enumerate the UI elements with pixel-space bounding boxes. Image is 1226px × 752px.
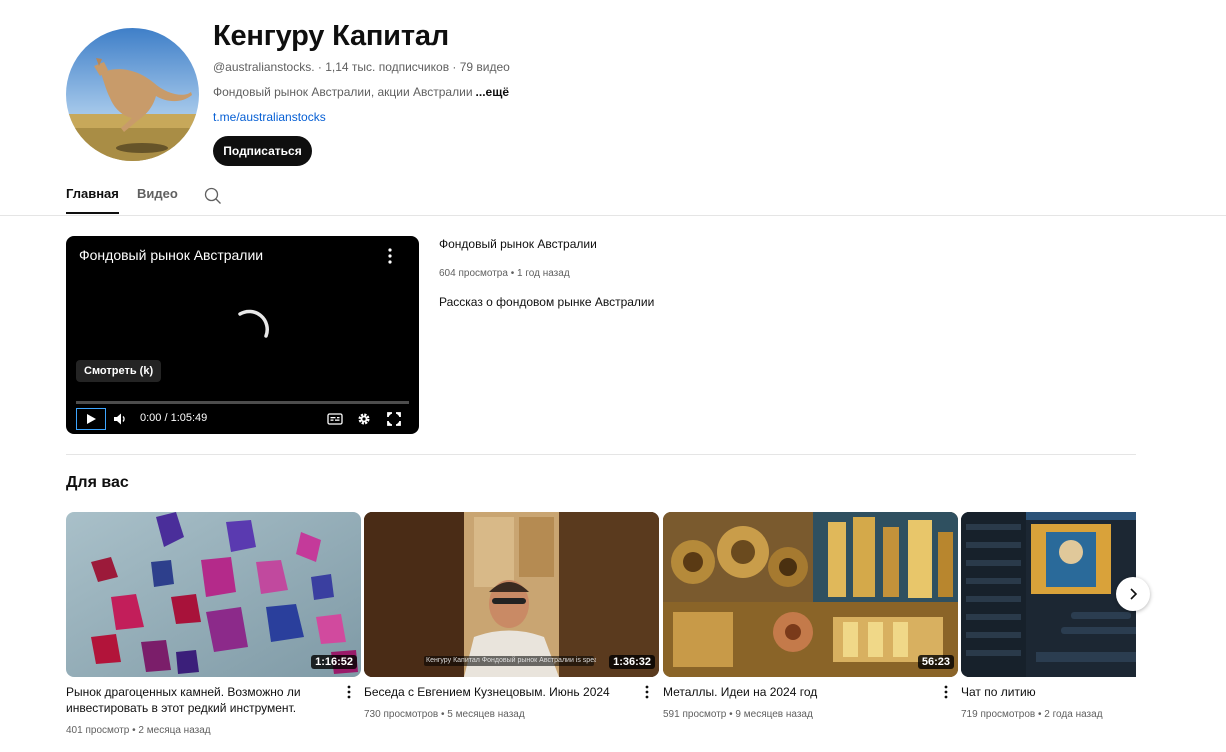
channel-meta: @australianstocks. · 1,14 тыс. подписчик… xyxy=(213,60,510,74)
more-vert-icon[interactable] xyxy=(643,684,651,700)
featured-video-description: Рассказ о фондовом рынке Австралии xyxy=(439,295,655,309)
video-title[interactable]: Металлы. Идеи на 2024 год xyxy=(663,684,928,700)
channel-description[interactable]: Фондовый рынок Австралии, акции Австрали… xyxy=(213,85,509,99)
more-vert-icon[interactable] xyxy=(942,684,950,700)
time-display: 0:00 / 1:05:49 xyxy=(140,412,208,424)
settings-icon[interactable] xyxy=(354,408,374,430)
video-thumbnail-metals[interactable]: 56:23 xyxy=(663,512,958,677)
volume-icon[interactable] xyxy=(110,408,130,430)
video-shelf: 1:16:52 Рынок драгоценных камней. Возмож… xyxy=(66,512,1136,752)
watch-button[interactable]: Смотреть (k) xyxy=(76,360,162,382)
video-meta: 719 просмотров • 2 года назад xyxy=(961,709,1103,720)
tab-videos[interactable]: Видео xyxy=(137,186,178,201)
channel-avatar xyxy=(66,28,199,161)
video-thumbnail-interview[interactable]: Кенгуру Капитал Фондовый рынок Австралии… xyxy=(364,512,659,677)
video-thumbnail-chat[interactable] xyxy=(961,512,1136,677)
more-vert-icon[interactable] xyxy=(345,684,353,700)
description-text: Фондовый рынок Австралии, акции Австрали… xyxy=(213,85,473,99)
channel-name: Кенгуру Капитал xyxy=(213,20,449,52)
video-card[interactable]: Кенгуру Капитал Фондовый рынок Австралии… xyxy=(364,512,659,752)
video-duration: 56:23 xyxy=(917,655,954,669)
video-title[interactable]: Рынок драгоценных камней. Возможно ли ин… xyxy=(66,684,331,716)
section-title: Для вас xyxy=(66,474,129,491)
fullscreen-icon[interactable] xyxy=(384,408,404,430)
subscribe-button[interactable]: Подписаться xyxy=(213,136,312,166)
tab-home[interactable]: Главная xyxy=(66,186,119,214)
featured-video-meta: 604 просмотра • 1 год назад xyxy=(439,268,570,279)
featured-video-title[interactable]: Фондовый рынок Австралии xyxy=(439,237,597,251)
section-divider xyxy=(66,454,1136,455)
featured-player[interactable]: Фондовый рынок Австралии Смотреть (k) 0:… xyxy=(66,236,419,434)
subtitles-icon[interactable] xyxy=(325,408,345,430)
channel-link[interactable]: t.me/australianstocks xyxy=(213,110,326,124)
video-card[interactable]: Чат по литию 719 просмотров • 2 года наз… xyxy=(961,512,1136,752)
play-icon[interactable] xyxy=(76,408,106,430)
tabs-divider xyxy=(0,215,1226,216)
video-meta: 730 просмотров • 5 месяцев назад xyxy=(364,709,525,720)
search-icon[interactable] xyxy=(204,187,222,205)
progress-bar[interactable] xyxy=(76,401,409,404)
video-thumbnail-gems[interactable]: 1:16:52 xyxy=(66,512,361,677)
video-card[interactable]: 1:16:52 Рынок драгоценных камней. Возмож… xyxy=(66,512,361,752)
video-meta: 591 просмотр • 9 месяцев назад xyxy=(663,709,813,720)
more-vert-icon[interactable] xyxy=(385,247,395,265)
loading-spinner-icon xyxy=(230,308,270,348)
video-meta: 401 просмотр • 2 месяца назад xyxy=(66,725,211,736)
video-duration: 1:16:52 xyxy=(311,655,357,669)
video-duration: 1:36:32 xyxy=(609,655,655,669)
video-title[interactable]: Чат по литию xyxy=(961,684,1136,700)
video-card[interactable]: 56:23 Металлы. Идеи на 2024 год 591 прос… xyxy=(663,512,958,752)
video-title[interactable]: Беседа с Евгением Кузнецовым. Июнь 2024 xyxy=(364,684,629,700)
speaking-overlay: Кенгуру Капитал Фондовый рынок Австралии… xyxy=(426,657,596,664)
player-title[interactable]: Фондовый рынок Австралии xyxy=(79,247,263,263)
chevron-right-icon[interactable] xyxy=(1116,577,1150,611)
more-link[interactable]: ...ещё xyxy=(476,85,509,99)
